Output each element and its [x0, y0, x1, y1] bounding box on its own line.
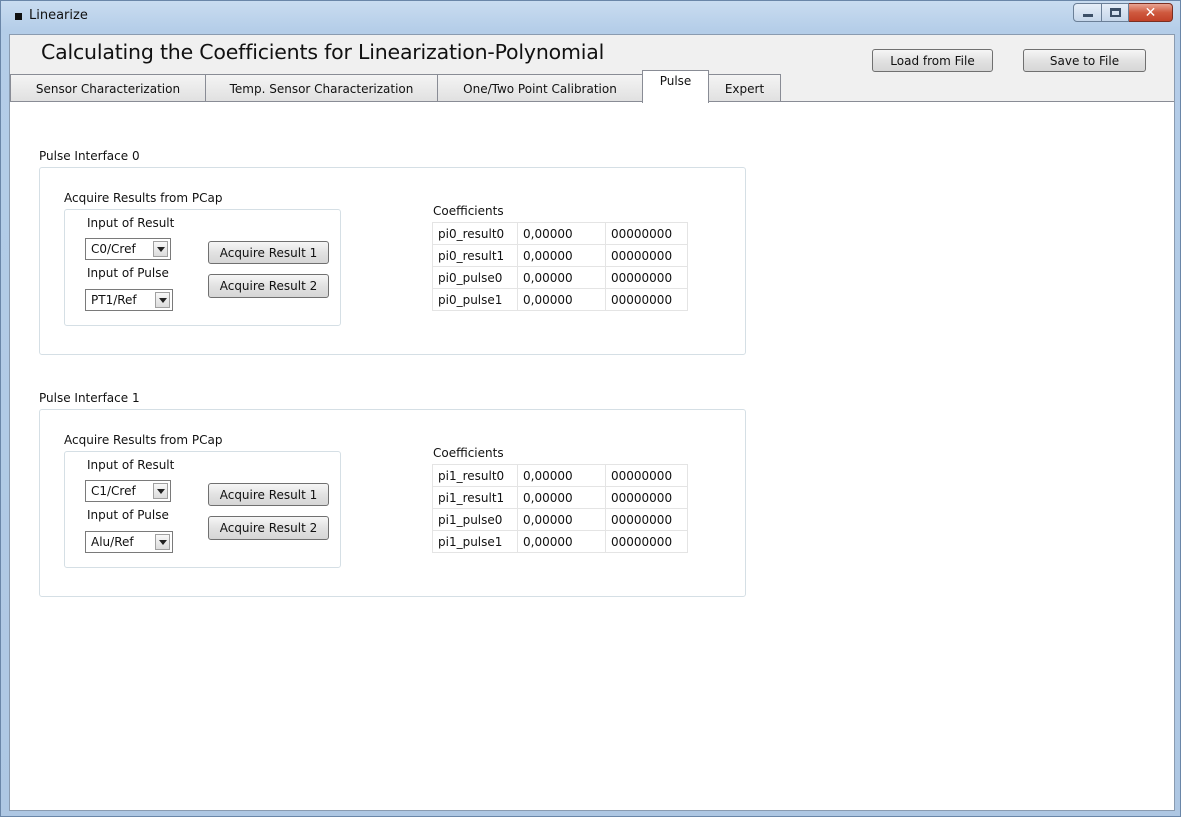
table-row[interactable]: pi0_pulse0 0,00000 00000000	[432, 266, 688, 289]
acquire-title-0: Acquire Results from PCap	[64, 191, 223, 205]
maximize-icon	[1109, 8, 1121, 17]
input-result-label-1: Input of Result	[87, 458, 175, 472]
coef-value-cell[interactable]: 0,00000	[517, 266, 606, 289]
coef-value-cell[interactable]: 0,00000	[517, 222, 606, 245]
client-area: Calculating the Coefficients for Lineari…	[9, 34, 1175, 811]
coef-value-cell[interactable]: 0,00000	[517, 530, 606, 553]
coefficients-table-1: pi1_result0 0,00000 00000000 pi1_result1…	[432, 464, 688, 553]
group-pulse-interface-1: Acquire Results from PCap Input of Resul…	[39, 409, 746, 597]
coef-hex-cell[interactable]: 00000000	[605, 288, 688, 311]
table-row[interactable]: pi1_pulse1 0,00000 00000000	[432, 530, 688, 553]
coef-value-cell[interactable]: 0,00000	[517, 464, 606, 487]
chevron-down-icon[interactable]	[153, 483, 168, 499]
maximize-button[interactable]	[1102, 3, 1129, 22]
table-row[interactable]: pi1_result0 0,00000 00000000	[432, 464, 688, 487]
tab-one-two-point-calibration[interactable]: One/Two Point Calibration	[437, 74, 643, 102]
table-row[interactable]: pi0_result1 0,00000 00000000	[432, 244, 688, 267]
group-pulse-interface-0: Acquire Results from PCap Input of Resul…	[39, 167, 746, 355]
close-button[interactable]: ✕	[1129, 3, 1173, 22]
coef-name-cell: pi1_pulse0	[432, 508, 518, 531]
coef-hex-cell[interactable]: 00000000	[605, 244, 688, 267]
input-pulse-value-1: Alu/Ref	[91, 535, 134, 549]
coef-name-cell: pi1_result0	[432, 464, 518, 487]
input-result-value-1: C1/Cref	[91, 484, 136, 498]
input-pulse-select-1[interactable]: Alu/Ref	[85, 531, 173, 553]
tab-expert[interactable]: Expert	[708, 74, 781, 102]
tab-pulse[interactable]: Pulse	[642, 70, 709, 103]
app-menu-icon[interactable]	[15, 13, 22, 20]
minimize-icon	[1082, 14, 1093, 17]
load-from-file-button[interactable]: Load from File	[872, 49, 993, 72]
coef-hex-cell[interactable]: 00000000	[605, 464, 688, 487]
coef-value-cell[interactable]: 0,00000	[517, 244, 606, 267]
coef-name-cell: pi1_pulse1	[432, 530, 518, 553]
input-pulse-value-0: PT1/Ref	[91, 293, 137, 307]
table-row[interactable]: pi0_pulse1 0,00000 00000000	[432, 288, 688, 311]
coefficients-title-1: Coefficients	[433, 446, 504, 460]
chevron-down-icon[interactable]	[155, 292, 170, 308]
coef-name-cell: pi1_result1	[432, 486, 518, 509]
acquire-result-2-button-0[interactable]: Acquire Result 2	[208, 274, 329, 298]
coef-name-cell: pi0_pulse0	[432, 266, 518, 289]
coef-name-cell: pi0_result1	[432, 244, 518, 267]
coef-hex-cell[interactable]: 00000000	[605, 266, 688, 289]
minimize-button[interactable]	[1073, 3, 1102, 22]
close-icon: ✕	[1144, 4, 1157, 21]
page-title: Calculating the Coefficients for Lineari…	[41, 40, 605, 64]
table-row[interactable]: pi1_pulse0 0,00000 00000000	[432, 508, 688, 531]
coef-hex-cell[interactable]: 00000000	[605, 530, 688, 553]
coef-hex-cell[interactable]: 00000000	[605, 222, 688, 245]
table-row[interactable]: pi0_result0 0,00000 00000000	[432, 222, 688, 245]
chevron-down-icon[interactable]	[153, 241, 168, 257]
coefficients-title-0: Coefficients	[433, 204, 504, 218]
input-result-label-0: Input of Result	[87, 216, 175, 230]
coef-value-cell[interactable]: 0,00000	[517, 508, 606, 531]
coef-hex-cell[interactable]: 00000000	[605, 508, 688, 531]
tab-strip: Sensor Characterization Temp. Sensor Cha…	[10, 70, 1174, 103]
window-controls: ✕	[1073, 3, 1173, 22]
input-result-select-0[interactable]: C0/Cref	[85, 238, 171, 260]
acquire-result-1-button-1[interactable]: Acquire Result 1	[208, 483, 329, 506]
coef-value-cell[interactable]: 0,00000	[517, 486, 606, 509]
group-title-pulse-interface-1: Pulse Interface 1	[39, 391, 140, 405]
input-pulse-label-1: Input of Pulse	[87, 508, 169, 522]
chevron-down-icon[interactable]	[155, 534, 170, 550]
acquire-result-2-button-1[interactable]: Acquire Result 2	[208, 516, 329, 540]
group-title-pulse-interface-0: Pulse Interface 0	[39, 149, 140, 163]
coef-name-cell: pi0_pulse1	[432, 288, 518, 311]
coef-value-cell[interactable]: 0,00000	[517, 288, 606, 311]
tab-page-pulse: Pulse Interface 0 Acquire Results from P…	[10, 101, 1174, 810]
input-result-value-0: C0/Cref	[91, 242, 136, 256]
acquire-title-1: Acquire Results from PCap	[64, 433, 223, 447]
title-bar[interactable]: Linearize ✕	[1, 1, 1180, 35]
acquire-box-1: Input of Result C1/Cref Input of Pulse A…	[64, 451, 341, 568]
coefficients-table-0: pi0_result0 0,00000 00000000 pi0_result1…	[432, 222, 688, 311]
tab-sensor-characterization[interactable]: Sensor Characterization	[10, 74, 206, 102]
coef-hex-cell[interactable]: 00000000	[605, 486, 688, 509]
tab-temp-sensor-characterization[interactable]: Temp. Sensor Characterization	[205, 74, 438, 102]
input-result-select-1[interactable]: C1/Cref	[85, 480, 171, 502]
acquire-box-0: Input of Result C0/Cref Input of Pulse P…	[64, 209, 341, 326]
acquire-result-1-button-0[interactable]: Acquire Result 1	[208, 241, 329, 264]
coef-name-cell: pi0_result0	[432, 222, 518, 245]
input-pulse-select-0[interactable]: PT1/Ref	[85, 289, 173, 311]
input-pulse-label-0: Input of Pulse	[87, 266, 169, 280]
window-title: Linearize	[29, 8, 88, 23]
save-to-file-button[interactable]: Save to File	[1023, 49, 1146, 72]
table-row[interactable]: pi1_result1 0,00000 00000000	[432, 486, 688, 509]
app-window: Linearize ✕ Calculating the Coefficients…	[0, 0, 1181, 817]
